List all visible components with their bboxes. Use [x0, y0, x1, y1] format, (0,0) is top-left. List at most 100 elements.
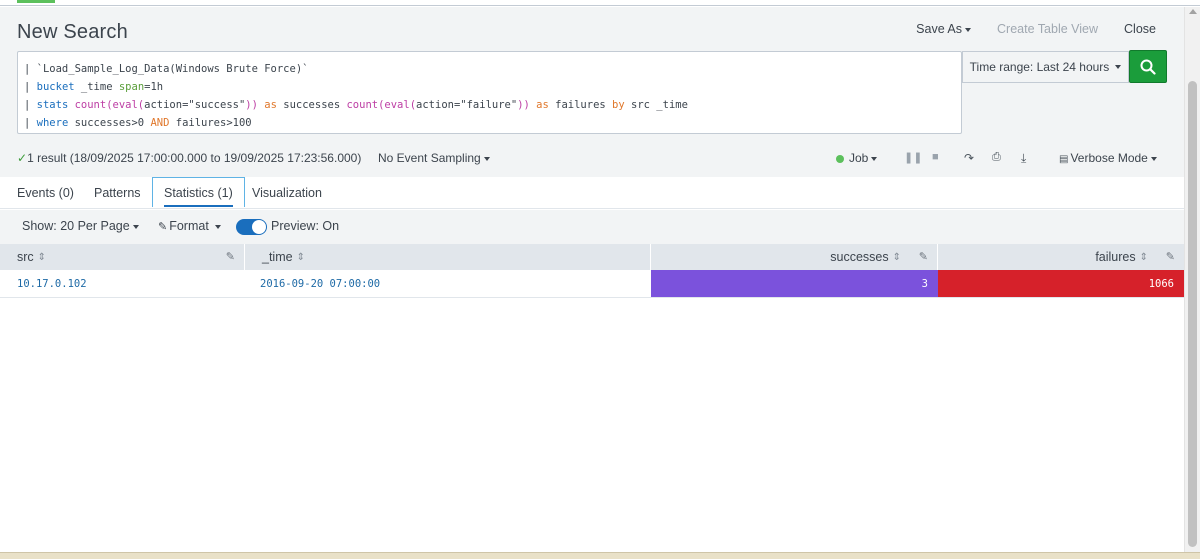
cell-src[interactable]: 10.17.0.102 — [17, 270, 87, 297]
job-status-bar: ✓1 result (18/09/2025 17:00:00.000 to 19… — [0, 142, 1184, 172]
query-fn-count-1: count(eval( — [74, 99, 145, 111]
results-tabs: Events (0) Patterns Statistics (1) Visua… — [0, 177, 1184, 209]
window-top-border — [0, 0, 1200, 6]
stop-icon[interactable]: ■ — [932, 151, 939, 163]
pencil-icon[interactable]: ✎ — [1166, 250, 1175, 263]
cell-successes[interactable]: 3 — [651, 270, 938, 297]
scrollbar-thumb[interactable] — [1188, 81, 1197, 547]
results-toolbar: Show: 20 Per Page ✎ Format Preview: On — [0, 210, 1184, 244]
event-sampling-dropdown[interactable]: No Event Sampling — [378, 151, 490, 165]
close-link[interactable]: Close — [1124, 22, 1156, 36]
mode-icon: ▤ — [1059, 154, 1069, 165]
time-range-label: Time range: Last 24 hours — [969, 60, 1110, 74]
query-fn-close-2: )) — [517, 99, 530, 111]
check-icon: ✓ — [17, 151, 28, 165]
query-span-value: =1h — [144, 81, 164, 93]
save-as-menu[interactable]: Save As — [916, 22, 972, 36]
save-as-label: Save As — [916, 22, 963, 36]
top-accent-bar — [17, 0, 55, 3]
chevron-down-icon — [871, 156, 878, 161]
column-label: successes — [830, 250, 889, 264]
search-button[interactable] — [1129, 50, 1167, 83]
chevron-down-icon — [1150, 156, 1157, 161]
per-page-label: Show: 20 Per Page — [22, 219, 130, 233]
event-sampling-label: No Event Sampling — [378, 151, 481, 165]
column-label: failures — [1095, 250, 1136, 264]
vertical-scrollbar[interactable] — [1184, 7, 1200, 552]
query-fn-count-2: count(eval( — [346, 99, 417, 111]
query-arg-success: action="success" — [144, 99, 246, 111]
sort-icon[interactable]: ⇕ — [38, 252, 46, 263]
query-fn-close-1: )) — [245, 99, 258, 111]
tab-statistics-label: Statistics (1) — [164, 185, 233, 200]
query-and: AND — [150, 117, 170, 129]
pause-icon[interactable]: ❚❚ — [904, 151, 922, 164]
query-by-fields: src _time — [624, 99, 688, 111]
query-line-1: | `Load_Sample_Log_Data(Windows Brute Fo… — [24, 63, 309, 75]
chevron-down-icon — [214, 224, 221, 229]
preview-toggle[interactable] — [236, 219, 267, 235]
sort-icon[interactable]: ⇕ — [893, 252, 901, 263]
statistics-table: src ⇕ ✎ _time ⇕ successes ⇕ ✎ failures ⇕ ✎ 1… — [0, 244, 1184, 298]
format-dropdown[interactable]: ✎ Format — [158, 219, 221, 233]
header-actions: Save As Create Table View Close — [916, 22, 1156, 36]
tab-events[interactable]: Events (0) — [17, 177, 74, 208]
tab-patterns[interactable]: Patterns — [94, 177, 141, 208]
search-query-text: | `Load_Sample_Log_Data(Windows Brute Fo… — [24, 63, 688, 129]
pencil-icon[interactable]: ✎ — [919, 250, 928, 263]
share-icon[interactable]: ↷ — [964, 151, 974, 165]
column-label: src — [17, 250, 34, 264]
preview-label: Preview: On — [271, 219, 340, 233]
result-count-text: 1 result (18/09/2025 17:00:00.000 to 19/… — [27, 151, 362, 165]
search-mode-dropdown[interactable]: ▤ Verbose Mode — [1059, 151, 1157, 165]
column-header-time[interactable]: _time ⇕ — [245, 244, 651, 270]
query-where-cmd: where — [36, 117, 69, 129]
tab-statistics[interactable]: Statistics (1) — [152, 177, 245, 207]
export-icon[interactable]: ⤓ — [1021, 151, 1026, 166]
cell-failures[interactable]: 1066 — [938, 270, 1184, 297]
chevron-down-icon — [1115, 65, 1122, 69]
scroll-up-arrow-icon[interactable] — [1189, 9, 1197, 14]
query-field-successes: successes — [276, 99, 347, 111]
column-header-failures[interactable]: failures ⇕ ✎ — [938, 244, 1184, 270]
query-bucket-field: _time — [74, 81, 119, 93]
per-page-dropdown[interactable]: Show: 20 Per Page — [22, 219, 139, 233]
format-label: Format — [169, 219, 209, 233]
cell-time[interactable]: 2016-09-20 07:00:00 — [260, 270, 380, 297]
column-header-successes[interactable]: successes ⇕ ✎ — [651, 244, 938, 270]
chevron-down-icon — [132, 224, 139, 229]
query-bucket-cmd: bucket — [36, 81, 75, 93]
query-where-cond-2: failures>100 — [169, 117, 252, 129]
sort-icon[interactable]: ⇕ — [297, 252, 305, 263]
job-label: Job — [849, 151, 869, 165]
active-tab-indicator — [164, 205, 233, 207]
result-summary: ✓1 result (18/09/2025 17:00:00.000 to 19… — [17, 151, 361, 165]
column-header-src[interactable]: src ⇕ ✎ — [0, 244, 245, 270]
print-icon[interactable]: ⎙ — [992, 151, 1001, 164]
query-where-cond-1: successes>0 — [68, 117, 151, 129]
table-row: 10.17.0.102 2016-09-20 07:00:00 3 1066 — [0, 270, 1184, 298]
job-status-dot-icon — [836, 155, 844, 163]
search-query-editor[interactable]: | `Load_Sample_Log_Data(Windows Brute Fo… — [17, 51, 962, 134]
query-by: by — [612, 99, 625, 111]
page-title: New Search — [17, 21, 128, 43]
search-icon — [1140, 59, 1156, 75]
time-range-picker[interactable]: Time range: Last 24 hours — [962, 51, 1129, 83]
chevron-down-icon — [965, 27, 972, 32]
query-as-1: as — [264, 99, 277, 111]
sort-icon[interactable]: ⇕ — [1140, 252, 1148, 263]
query-as-2: as — [536, 99, 549, 111]
column-label: _time — [262, 250, 293, 264]
table-header: src ⇕ ✎ _time ⇕ successes ⇕ ✎ failures ⇕ ✎ — [0, 244, 1184, 270]
query-arg-failure: action="failure" — [416, 99, 518, 111]
tab-visualization[interactable]: Visualization — [252, 177, 322, 208]
create-table-view-link[interactable]: Create Table View — [997, 22, 1098, 36]
query-pipe: | — [24, 99, 37, 111]
pencil-icon[interactable]: ✎ — [226, 250, 235, 263]
toggle-knob — [252, 220, 266, 234]
query-field-failures: failures — [548, 99, 613, 111]
chevron-down-icon — [483, 156, 490, 161]
pencil-icon: ✎ — [158, 221, 168, 233]
query-span-arg: span — [118, 81, 145, 93]
job-menu[interactable]: Job — [836, 151, 878, 165]
